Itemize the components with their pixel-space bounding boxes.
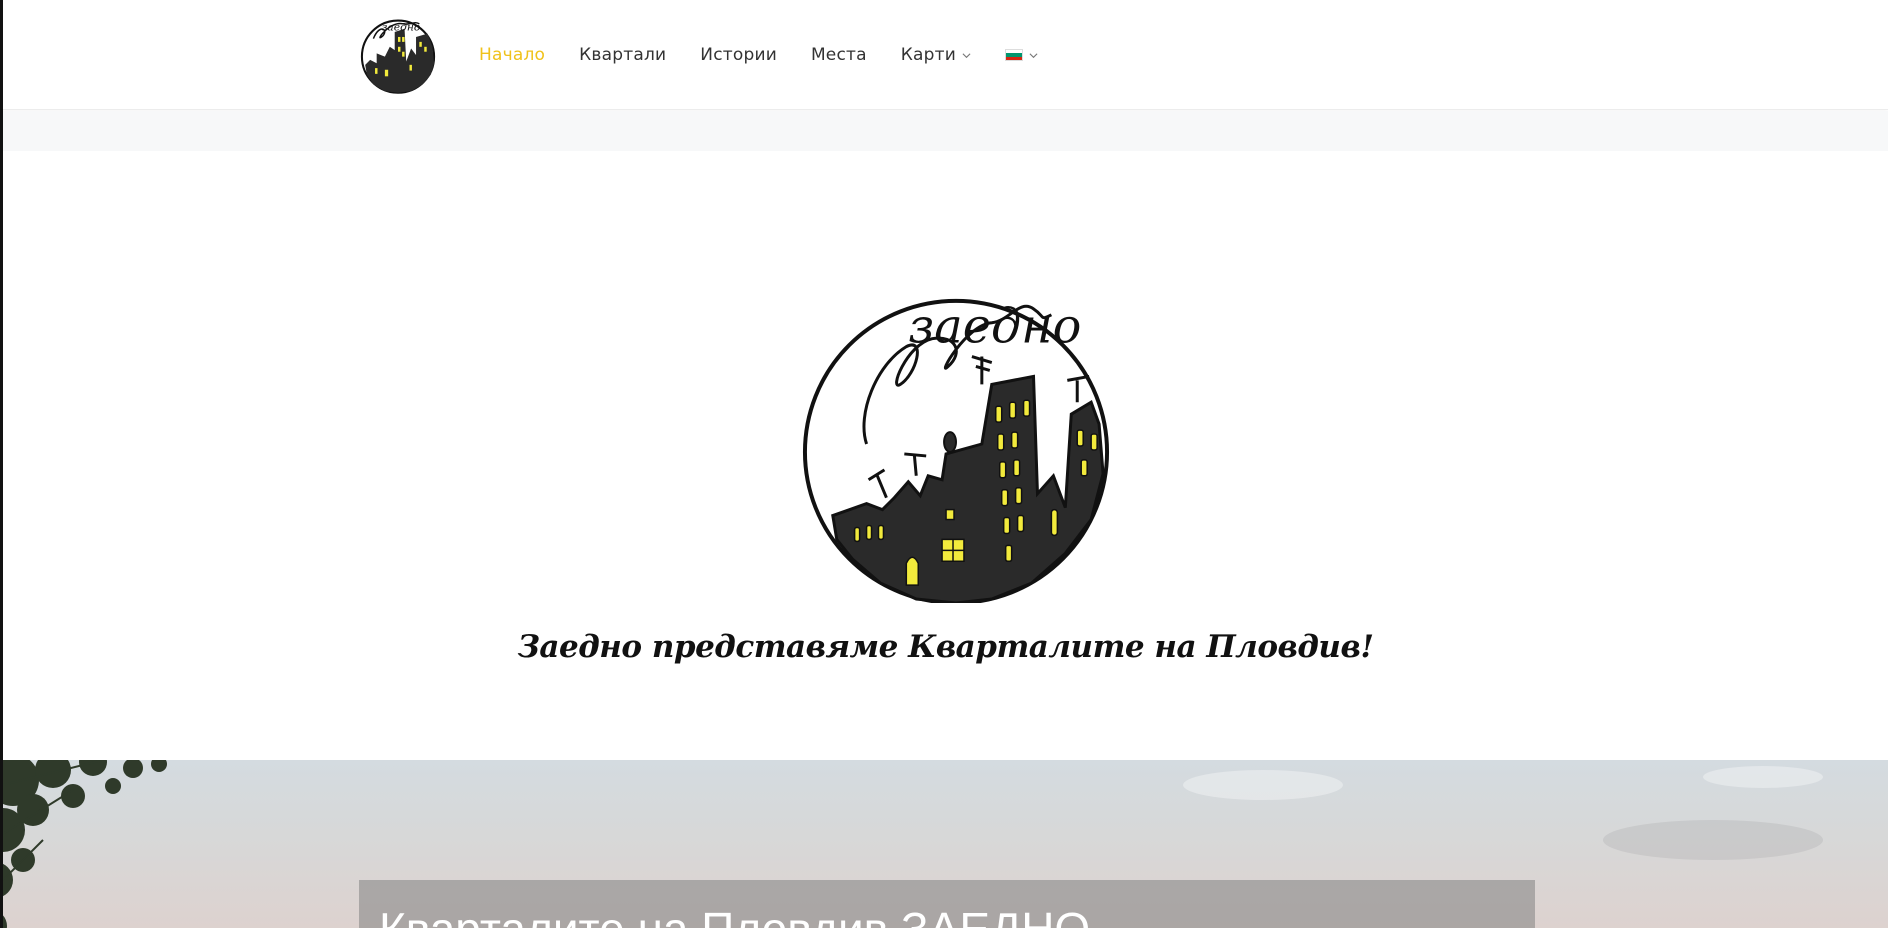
nav-item-label: Карти bbox=[900, 45, 956, 65]
section-title: Кварталите на Пловдив ЗАЕДНО bbox=[379, 902, 1090, 928]
window-left-border bbox=[0, 0, 3, 928]
nav-item-stories[interactable]: Истории bbox=[700, 45, 777, 65]
logo-wordmark: заедно bbox=[908, 300, 1081, 355]
svg-text:заедно: заедно bbox=[382, 20, 421, 33]
nav-item-maps[interactable]: Карти bbox=[901, 45, 971, 65]
neighborhoods-section: Кварталите на Пловдив ЗАЕДНО bbox=[3, 760, 1888, 928]
header-spacer-band bbox=[3, 111, 1888, 151]
nav-item-label: Места bbox=[810, 45, 867, 65]
cloud-shape bbox=[1183, 770, 1343, 800]
site-logo[interactable]: заедно bbox=[357, 14, 439, 96]
language-switcher[interactable] bbox=[1004, 49, 1038, 61]
tree-branches-image bbox=[3, 760, 167, 928]
hero-section: заедно Заедно представяме Кварталите на … bbox=[3, 151, 1888, 760]
chevron-down-icon bbox=[962, 52, 971, 58]
bulgarian-flag-icon bbox=[1004, 49, 1023, 61]
main-nav: Начало Квартали Истории Места Карти bbox=[479, 0, 1072, 110]
cloud-shape bbox=[1603, 820, 1823, 860]
nav-item-label: Истории bbox=[700, 45, 777, 65]
site-header: заедно Начало Квартали Истории Места Кар… bbox=[3, 0, 1888, 110]
nav-item-label: Квартали bbox=[579, 45, 667, 65]
section-title-box: Кварталите на Пловдив ЗАЕДНО bbox=[359, 880, 1535, 928]
nav-item-label: Начало bbox=[479, 45, 546, 65]
chevron-down-icon bbox=[1029, 52, 1038, 58]
nav-item-home[interactable]: Начало bbox=[479, 45, 545, 65]
nav-item-neighborhoods[interactable]: Квартали bbox=[579, 45, 666, 65]
hero-logo: заедно bbox=[803, 298, 1109, 603]
cloud-shape bbox=[1703, 766, 1823, 788]
hero-tagline: Заедно представяме Кварталите на Пловдив… bbox=[517, 629, 1374, 665]
nav-item-places[interactable]: Места bbox=[811, 45, 867, 65]
